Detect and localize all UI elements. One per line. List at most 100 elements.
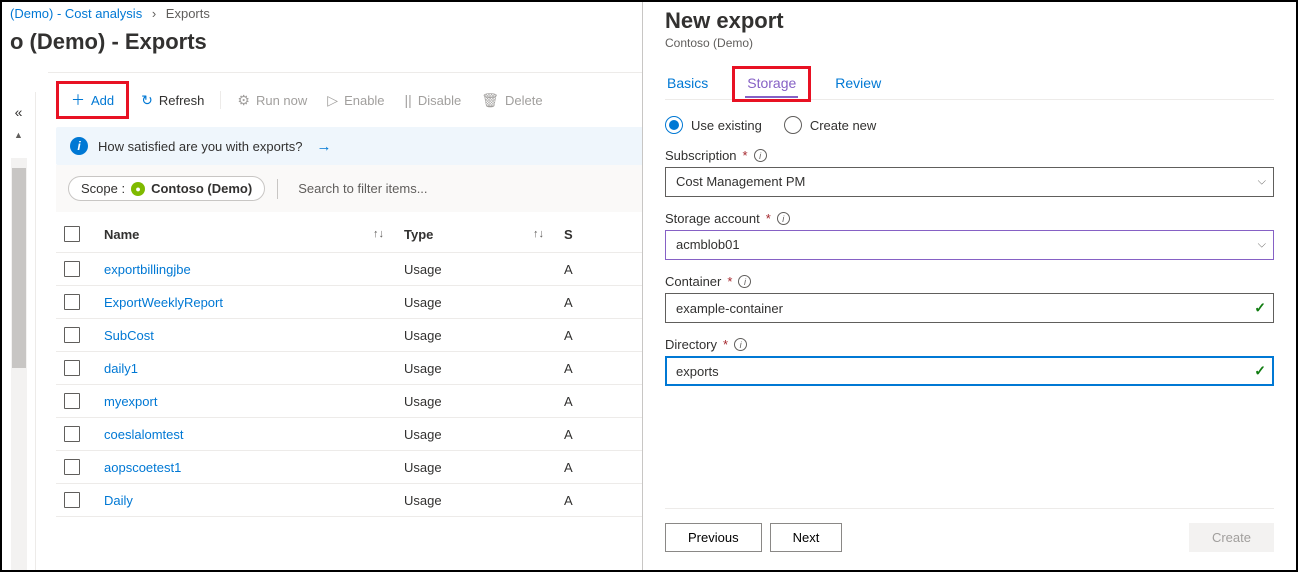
info-icon[interactable]: i <box>777 212 790 225</box>
export-type: Usage <box>404 493 442 508</box>
disable-label: Disable <box>418 93 461 108</box>
create-button: Create <box>1189 523 1274 552</box>
add-label: Add <box>91 93 114 108</box>
storage-account-select[interactable]: acmblob01 <box>665 230 1274 260</box>
next-button[interactable]: Next <box>770 523 843 552</box>
sort-icon[interactable]: ↑↓ <box>533 228 544 240</box>
info-icon[interactable]: i <box>734 338 747 351</box>
export-type: Usage <box>404 361 442 376</box>
required-icon: * <box>723 337 728 352</box>
breadcrumb-link[interactable]: (Demo) - Cost analysis <box>10 6 142 21</box>
tab-storage-highlight: Storage <box>732 66 811 102</box>
radio-use-existing-label: Use existing <box>691 118 762 133</box>
add-button-highlight: ＋ Add <box>56 81 129 119</box>
export-name-link[interactable]: Daily <box>104 493 133 508</box>
export-type: Usage <box>404 328 442 343</box>
export-type: Usage <box>404 460 442 475</box>
row-checkbox[interactable] <box>64 492 80 508</box>
collapse-icon[interactable]: « <box>15 104 23 120</box>
row-checkbox[interactable] <box>64 426 80 442</box>
refresh-button[interactable]: ↻ Refresh <box>133 88 212 113</box>
tab-basics[interactable]: Basics <box>665 69 710 99</box>
panel-title: New export <box>665 8 1274 34</box>
required-icon: * <box>727 274 732 289</box>
header-s[interactable]: S <box>564 227 573 242</box>
select-all-checkbox[interactable] <box>64 226 80 242</box>
play-icon: ▷ <box>327 92 338 109</box>
required-icon: * <box>743 148 748 163</box>
sort-icon[interactable]: ↑↓ <box>373 228 384 240</box>
disable-button[interactable]: || Disable <box>397 88 470 112</box>
row-checkbox[interactable] <box>64 294 80 310</box>
header-type[interactable]: Type <box>404 227 433 242</box>
export-s: A <box>564 394 573 409</box>
delete-button[interactable]: 🗑 Delete <box>473 88 550 113</box>
storage-account-label: Storage account <box>665 211 760 226</box>
feedback-text: How satisfied are you with exports? <box>98 139 302 154</box>
directory-label: Directory <box>665 337 717 352</box>
export-s: A <box>564 295 573 310</box>
search-input[interactable] <box>290 175 610 202</box>
scrollbar[interactable] <box>11 158 27 570</box>
panel-subtitle: Contoso (Demo) <box>665 36 1274 50</box>
gear-icon: ⚙ <box>237 92 250 109</box>
header-name[interactable]: Name <box>104 227 139 242</box>
storage-mode-radios: Use existing Create new <box>665 116 1274 134</box>
export-name-link[interactable]: daily1 <box>104 361 138 376</box>
export-s: A <box>564 460 573 475</box>
export-name-link[interactable]: coeslalomtest <box>104 427 183 442</box>
left-gutter: « ▲ <box>2 92 36 570</box>
previous-button[interactable]: Previous <box>665 523 762 552</box>
row-checkbox[interactable] <box>64 360 80 376</box>
export-s: A <box>564 427 573 442</box>
feedback-link[interactable]: → <box>316 138 331 155</box>
panel-tabs: Basics Storage Review <box>665 66 1274 100</box>
pause-icon: || <box>405 92 412 108</box>
page-title: o (Demo) - Exports <box>10 29 207 55</box>
info-icon: i <box>70 137 88 155</box>
info-icon[interactable]: i <box>738 275 751 288</box>
scope-label: Scope : <box>81 181 125 196</box>
row-checkbox[interactable] <box>64 327 80 343</box>
scrollbar-thumb[interactable] <box>12 168 26 368</box>
row-checkbox[interactable] <box>64 393 80 409</box>
tab-storage[interactable]: Storage <box>745 69 798 97</box>
export-name-link[interactable]: aopscoetest1 <box>104 460 181 475</box>
run-now-label: Run now <box>256 93 307 108</box>
enable-button[interactable]: ▷ Enable <box>319 88 392 113</box>
export-name-link[interactable]: myexport <box>104 394 157 409</box>
tab-review[interactable]: Review <box>833 69 883 99</box>
enable-label: Enable <box>344 93 384 108</box>
radio-use-existing[interactable]: Use existing <box>665 116 762 134</box>
subscription-select[interactable]: Cost Management PM <box>665 167 1274 197</box>
radio-create-new[interactable]: Create new <box>784 116 876 134</box>
add-button[interactable]: ＋ Add <box>63 86 122 114</box>
export-s: A <box>564 262 573 277</box>
directory-input[interactable] <box>665 356 1274 386</box>
delete-label: Delete <box>505 93 543 108</box>
filter-separator <box>277 179 278 199</box>
export-s: A <box>564 493 573 508</box>
container-input[interactable] <box>665 293 1274 323</box>
subscription-label: Subscription <box>665 148 737 163</box>
radio-unselected-icon <box>784 116 802 134</box>
trash-icon: 🗑 <box>481 92 499 109</box>
export-name-link[interactable]: SubCost <box>104 328 154 343</box>
refresh-label: Refresh <box>159 93 205 108</box>
required-icon: * <box>766 211 771 226</box>
scope-pill[interactable]: Scope : ● Contoso (Demo) <box>68 176 265 201</box>
breadcrumb-current: Exports <box>166 6 210 21</box>
scroll-up-icon[interactable]: ▲ <box>14 130 23 140</box>
row-checkbox[interactable] <box>64 261 80 277</box>
export-name-link[interactable]: exportbillingjbe <box>104 262 191 277</box>
plus-icon: ＋ <box>71 90 85 110</box>
export-type: Usage <box>404 262 442 277</box>
row-checkbox[interactable] <box>64 459 80 475</box>
radio-create-new-label: Create new <box>810 118 876 133</box>
export-s: A <box>564 361 573 376</box>
info-icon[interactable]: i <box>754 149 767 162</box>
export-name-link[interactable]: ExportWeeklyReport <box>104 295 223 310</box>
run-now-button[interactable]: ⚙ Run now <box>229 88 315 113</box>
scope-value: Contoso (Demo) <box>151 181 252 196</box>
toolbar-separator <box>220 91 221 109</box>
